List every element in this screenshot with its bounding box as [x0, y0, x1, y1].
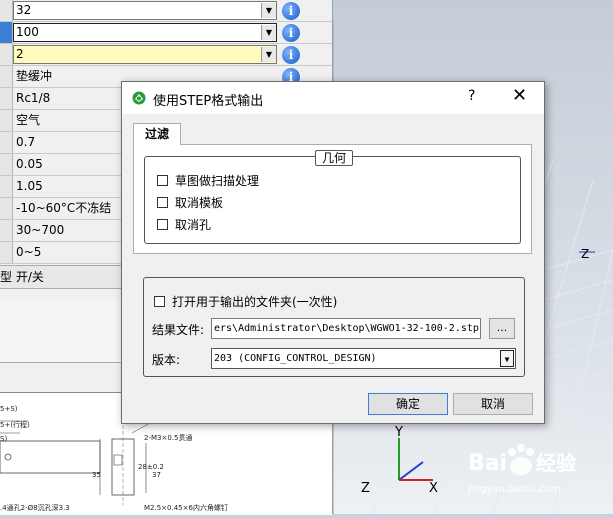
parameter-row[interactable]: 100 ▼ i — [0, 22, 332, 44]
info-icon[interactable]: i — [282, 24, 300, 42]
sketch-sweep-checkbox[interactable] — [157, 175, 168, 186]
geometry-group: 几何 草图做扫描处理 取消模板 取消孔 — [144, 150, 521, 244]
side-axis-label: Z — [581, 247, 589, 261]
sketch-sweep-label: 草图做扫描处理 — [175, 174, 260, 188]
svg-text:经验: 经验 — [536, 451, 576, 475]
filter-tab-panel: 几何 草图做扫描处理 取消模板 取消孔 — [133, 144, 532, 254]
drawing-label: 37 — [152, 471, 161, 479]
drawing-label: 5+(行程) — [0, 421, 30, 429]
dialog-titlebar[interactable]: 使用STEP格式输出 ? ✕ — [122, 82, 544, 114]
cancel-holes-checkbox[interactable] — [157, 219, 168, 230]
cancel-button[interactable]: 取消 — [453, 393, 533, 415]
switch-type-label: 型 开/关 — [0, 270, 44, 284]
version-value: 203 (CONFIG_CONTROL_DESIGN) — [214, 353, 377, 364]
step-export-dialog: 使用STEP格式输出 ? ✕ 过滤 几何 草图做扫描处理 取消模板 取消孔 打开… — [121, 81, 545, 424]
tab-filter[interactable]: 过滤 — [133, 123, 181, 145]
y-axis-label: Y — [394, 425, 403, 440]
open-folder-label: 打开用于输出的文件夹(一次性) — [172, 295, 338, 309]
result-file-label: 结果文件: — [152, 323, 205, 337]
drawing-port — [4, 453, 12, 461]
chevron-down-icon[interactable]: ▼ — [261, 25, 276, 40]
drawing-body-side — [0, 440, 101, 474]
ok-button[interactable]: 确定 — [368, 393, 448, 415]
parameter-value-text: 垫缓冲 — [16, 69, 53, 83]
baidu-watermark: Bai 经验 jingyan.baidu.com — [468, 440, 608, 510]
chevron-down-icon[interactable]: ▼ — [500, 350, 514, 367]
version-select[interactable]: 203 (CONFIG_CONTROL_DESIGN) ▼ — [211, 348, 516, 369]
row-gutter — [0, 66, 13, 87]
row-gutter — [0, 88, 13, 109]
cancel-template-label: 取消模板 — [175, 196, 224, 210]
dialog-title: 使用STEP格式输出 — [153, 94, 264, 109]
sketch-sweep-option[interactable]: 草图做扫描处理 — [157, 172, 259, 190]
x-axis-label: X — [429, 481, 438, 496]
version-label: 版本: — [152, 353, 181, 367]
cancel-template-option[interactable]: 取消模板 — [157, 194, 223, 212]
drawing-label: 2-M3×0.5贯通 — [144, 434, 193, 442]
drawing-slot — [113, 454, 123, 466]
drawing-label: 5+S) — [0, 405, 18, 413]
parameter-value-text: 32 — [16, 3, 32, 17]
result-file-input[interactable]: ers\Administrator\Desktop\WGWO1-32-100-2… — [211, 318, 481, 339]
row-gutter — [0, 44, 13, 65]
parameter-value-text: 2 — [16, 47, 24, 61]
row-gutter — [0, 198, 13, 219]
parameter-row[interactable]: 32 ▼ i — [0, 0, 332, 22]
parameter-value-text: Rc1/8 — [16, 91, 51, 105]
row-gutter — [0, 154, 13, 175]
row-gutter — [0, 22, 13, 43]
parameter-value-text: 0.05 — [16, 157, 43, 171]
parameter-select[interactable]: 100 ▼ — [13, 23, 277, 42]
row-gutter — [0, 132, 13, 153]
browse-button[interactable]: ... — [489, 318, 515, 339]
close-button[interactable]: ✕ — [512, 85, 527, 106]
parameter-value-text: 0~5 — [16, 245, 42, 259]
parameter-select[interactable]: 32 ▼ — [13, 1, 277, 20]
cancel-holes-option[interactable]: 取消孔 — [157, 216, 211, 234]
row-gutter — [0, 110, 13, 131]
parameter-select[interactable]: 2 ▼ — [13, 45, 277, 64]
parameter-value-text: 30~700 — [16, 223, 65, 237]
drawing-label: S) — [0, 435, 8, 443]
chevron-down-icon[interactable]: ▼ — [261, 47, 276, 62]
open-folder-checkbox[interactable] — [154, 296, 165, 307]
drawing-label: M2.5×0.45×6内六角螺钉 — [144, 504, 228, 512]
watermark-site: jingyan.baidu.com — [468, 484, 561, 495]
parameter-value-text: 100 — [16, 25, 39, 39]
row-gutter — [0, 0, 13, 21]
geometry-group-legend: 几何 — [315, 150, 354, 166]
parameter-value-text: 空气 — [16, 113, 41, 127]
drawing-label: .4通孔2-Ø8沉孔深3.3 — [0, 504, 70, 512]
drawing-label: 28±0.2 — [138, 463, 164, 471]
svg-text:Bai: Bai — [468, 451, 507, 476]
cancel-template-checkbox[interactable] — [157, 197, 168, 208]
drawing-label: 35 — [92, 471, 101, 479]
row-gutter — [0, 176, 13, 197]
parameter-row[interactable]: 2 ▼ i — [0, 44, 332, 66]
row-gutter — [0, 242, 13, 263]
help-button[interactable]: ? — [468, 88, 475, 104]
baidu-logo: Bai 经验 — [468, 444, 576, 476]
parameter-value-text: 1.05 — [16, 179, 43, 193]
drawing-leader — [131, 422, 151, 434]
z-axis-line — [398, 461, 424, 481]
parameter-value-text: 0.7 — [16, 135, 36, 149]
z-axis-label: Z — [361, 481, 370, 496]
app-icon — [132, 91, 146, 105]
chevron-down-icon[interactable]: ▼ — [261, 3, 276, 18]
output-group: 打开用于输出的文件夹(一次性) 结果文件: ers\Administrator\… — [143, 277, 525, 377]
row-gutter — [0, 220, 13, 241]
info-icon[interactable]: i — [282, 2, 300, 20]
cancel-holes-label: 取消孔 — [175, 218, 212, 232]
info-icon[interactable]: i — [282, 46, 300, 64]
open-folder-option[interactable]: 打开用于输出的文件夹(一次性) — [154, 293, 337, 311]
parameter-value-text: -10~60°C不冻结 — [16, 201, 112, 215]
